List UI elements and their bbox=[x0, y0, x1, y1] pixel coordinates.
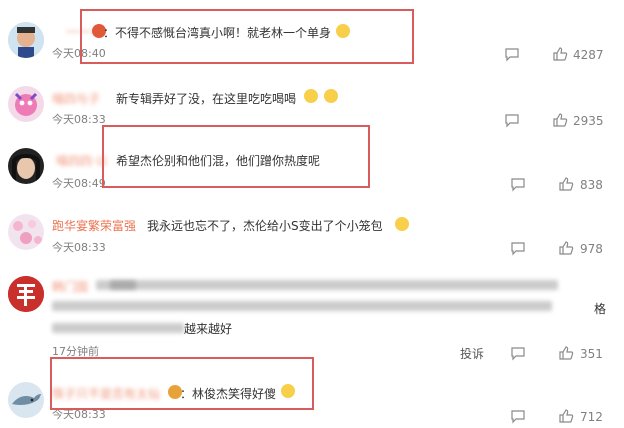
username[interactable]: 喵四四·以 bbox=[56, 152, 108, 169]
comment-icon[interactable] bbox=[504, 46, 520, 62]
like-count: 351 bbox=[580, 347, 603, 361]
comment-text: 越来越好 bbox=[184, 322, 233, 336]
comment-item: 跑华宴繁荣富强 我永远也忘不了，杰伦给小S变出了个小笼包 今天08:33 978 bbox=[0, 206, 624, 258]
grinning-emoji-icon bbox=[304, 89, 318, 103]
laughing-emoji-icon bbox=[395, 217, 409, 231]
thumbs-up-icon[interactable] bbox=[552, 46, 568, 62]
avatar[interactable] bbox=[8, 276, 44, 312]
timestamp: 今天08:49 bbox=[52, 177, 106, 190]
report-link[interactable]: 投诉 bbox=[460, 345, 484, 362]
avatar[interactable] bbox=[8, 86, 44, 122]
avatar[interactable] bbox=[8, 382, 44, 418]
comment-text: 新专辑弄好了没，在这里吃吃喝喝 bbox=[116, 92, 297, 106]
thumbs-up-icon[interactable] bbox=[558, 345, 574, 361]
username[interactable]: 韩门国 bbox=[52, 278, 88, 295]
comment-text: 我永远也忘不了，杰伦给小S变出了个小笼包 bbox=[147, 219, 383, 233]
obscured-text bbox=[110, 280, 558, 290]
highlight-box bbox=[80, 9, 414, 64]
like-count: 712 bbox=[580, 410, 603, 424]
comment-icon[interactable] bbox=[510, 176, 526, 192]
like-count: 4287 bbox=[573, 48, 604, 62]
comment-icon[interactable] bbox=[510, 408, 526, 424]
obscured-text bbox=[52, 323, 184, 333]
comment-icon[interactable] bbox=[504, 112, 520, 128]
comment-item: 喵四与子 新专辑弄好了没，在这里吃吃喝喝 今天08:33 2935 bbox=[0, 80, 624, 130]
username[interactable]: 跑华宴繁荣富强 bbox=[52, 217, 136, 234]
thumbs-up-icon[interactable] bbox=[558, 408, 574, 424]
grinning-emoji-icon bbox=[324, 89, 338, 103]
obscured-text bbox=[52, 301, 552, 311]
like-count: 838 bbox=[580, 178, 603, 192]
comment-icon[interactable] bbox=[510, 240, 526, 256]
overflow-char: 格 bbox=[594, 302, 607, 316]
highlight-box bbox=[102, 125, 370, 188]
avatar[interactable] bbox=[8, 214, 44, 250]
comment-icon[interactable] bbox=[510, 345, 526, 361]
username[interactable]: 喵四与子 bbox=[52, 90, 100, 107]
thumbs-up-icon[interactable] bbox=[558, 176, 574, 192]
avatar[interactable] bbox=[8, 148, 44, 184]
like-count: 2935 bbox=[573, 114, 604, 128]
highlight-box bbox=[50, 357, 314, 410]
timestamp: 今天08:33 bbox=[52, 113, 106, 126]
thumbs-up-icon[interactable] bbox=[552, 112, 568, 128]
comment-item: 韩门国 格 越来越好 17分钟前 投诉 351 bbox=[0, 268, 624, 361]
like-count: 978 bbox=[580, 242, 603, 256]
thumbs-up-icon[interactable] bbox=[558, 240, 574, 256]
avatar[interactable] bbox=[8, 22, 44, 58]
timestamp: 今天08:33 bbox=[52, 241, 106, 254]
